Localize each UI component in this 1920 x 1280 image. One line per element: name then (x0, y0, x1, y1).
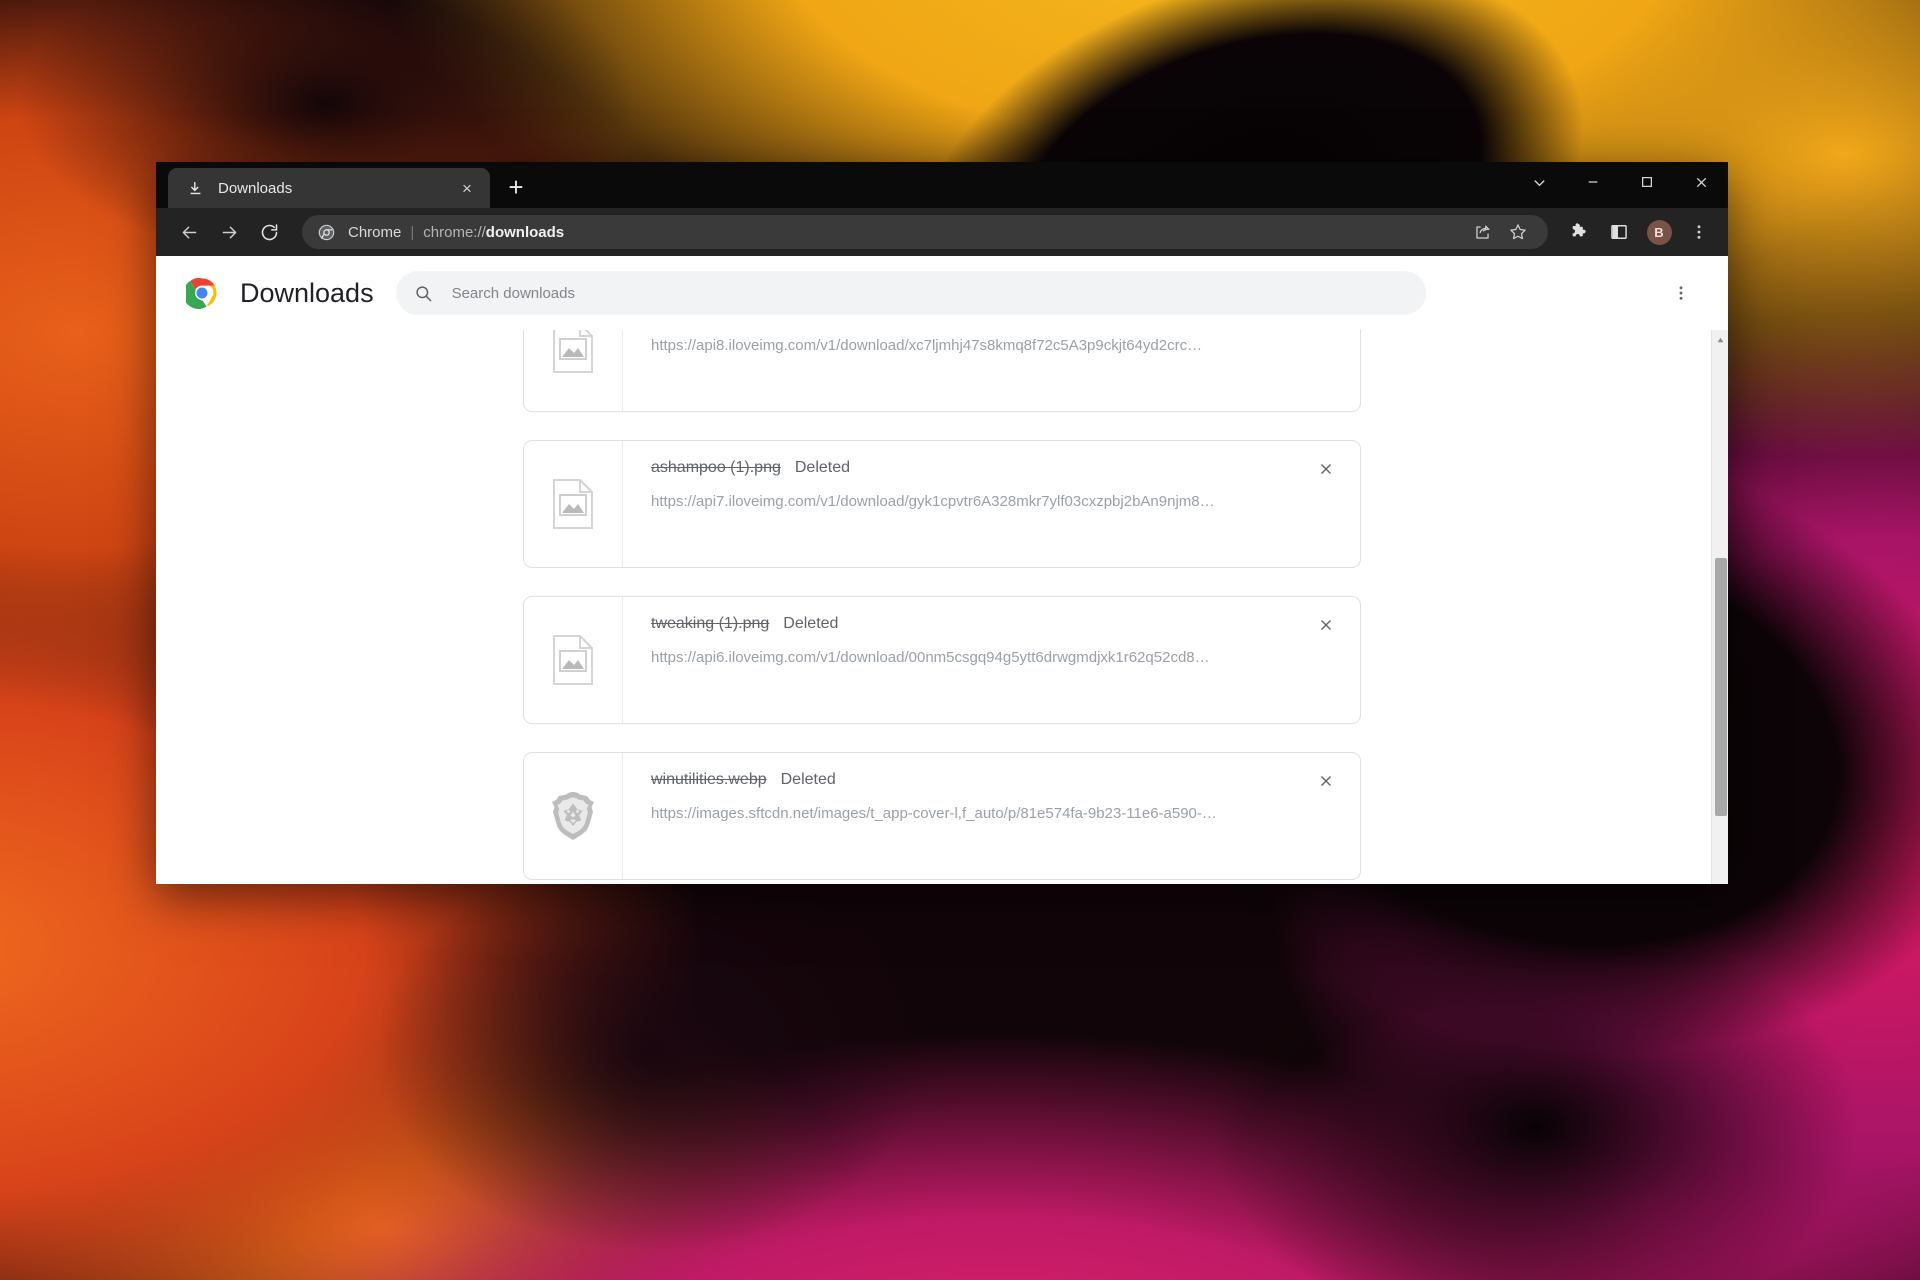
tab-close-icon[interactable]: × (456, 177, 478, 199)
download-status: Deleted (780, 771, 836, 788)
forward-button[interactable] (210, 213, 248, 251)
omnibox-url: chrome://downloads (423, 224, 564, 241)
download-item-body: ashampoo (1).png Deleted https://api7.il… (623, 441, 1360, 567)
remove-download-icon[interactable] (1308, 763, 1344, 799)
browser-window: Downloads × + Chrome | chrome://download… (156, 162, 1728, 884)
address-bar[interactable]: Chrome | chrome://downloads (302, 215, 1548, 249)
download-item-heading: winutilities.webp Deleted (651, 771, 1360, 789)
browser-toolbar: Chrome | chrome://downloads B (156, 208, 1728, 256)
share-icon[interactable] (1466, 216, 1498, 248)
downloads-page: Downloads restoro (1).jpg (156, 256, 1728, 884)
download-item-body: restoro (1).jpg Deleted https://api8.ilo… (623, 330, 1360, 411)
remove-download-icon[interactable] (1308, 451, 1344, 487)
remove-download-icon[interactable] (1308, 607, 1344, 643)
download-url: https://images.sftcdn.net/images/t_app-c… (651, 805, 1217, 822)
download-filename: ashampoo (1).png (651, 459, 781, 476)
omnibox-chip-label: Chrome (348, 223, 402, 241)
download-item-4[interactable]: winutilities.webp Deleted https://images… (523, 752, 1361, 880)
download-item-heading: ashampoo (1).png Deleted (651, 459, 1360, 477)
image-file-icon (524, 330, 623, 411)
scroll-up-arrow-icon[interactable] (1716, 332, 1725, 343)
download-item-body: winutilities.webp Deleted https://images… (623, 753, 1360, 879)
page-scrollbar[interactable] (1711, 330, 1728, 884)
tab-title: Downloads (218, 179, 293, 197)
brave-lion-icon (524, 753, 623, 879)
download-item-1[interactable]: restoro (1).jpg Deleted https://api8.ilo… (523, 330, 1361, 412)
download-url: https://api8.iloveimg.com/v1/download/xc… (651, 337, 1203, 354)
downloads-header: Downloads (156, 256, 1728, 330)
download-item-heading: tweaking (1).png Deleted (651, 615, 1360, 633)
bookmark-star-icon[interactable] (1502, 216, 1534, 248)
download-filename: tweaking (1).png (651, 615, 770, 632)
url-prefix: chrome:// (423, 223, 486, 241)
close-icon[interactable] (1674, 162, 1728, 202)
search-downloads-box[interactable] (395, 271, 1426, 315)
tab-downloads[interactable]: Downloads × (168, 168, 490, 208)
browser-menu-button[interactable] (1680, 213, 1718, 251)
image-file-icon (524, 597, 623, 723)
search-input[interactable] (451, 284, 1408, 302)
new-tab-button[interactable]: + (496, 167, 536, 207)
remove-download-icon[interactable] (1308, 330, 1344, 331)
window-controls (1512, 162, 1728, 202)
downloads-more-menu[interactable] (1662, 274, 1700, 312)
avatar[interactable]: B (1640, 213, 1678, 251)
avatar-initial: B (1646, 219, 1672, 245)
chevron-down-icon[interactable] (1512, 162, 1566, 202)
download-item-3[interactable]: tweaking (1).png Deleted https://api6.il… (523, 596, 1361, 724)
omnibox-actions (1466, 216, 1534, 248)
url-path: downloads (485, 223, 565, 241)
omnibox-separator: | (410, 223, 415, 241)
download-status: Deleted (794, 459, 851, 476)
chrome-logo-icon (183, 277, 218, 309)
download-url: https://api7.iloveimg.com/v1/download/gy… (651, 493, 1215, 510)
wallpaper-dark-shape-5 (1075, 819, 1920, 1280)
tab-strip: Downloads × + (156, 162, 1728, 208)
search-icon (414, 283, 434, 303)
download-status: Deleted (783, 615, 839, 632)
page-title: Downloads (240, 277, 374, 308)
download-icon (186, 179, 204, 197)
downloads-scroll-area: restoro (1).jpg Deleted https://api8.ilo… (156, 330, 1728, 884)
side-panel-icon[interactable] (1600, 213, 1638, 251)
scrollbar-thumb[interactable] (1715, 558, 1727, 816)
minimize-icon[interactable] (1566, 162, 1620, 202)
download-item-2[interactable]: ashampoo (1).png Deleted https://api7.il… (523, 440, 1361, 568)
maximize-icon[interactable] (1620, 162, 1674, 202)
chrome-shield-icon (316, 222, 336, 242)
downloads-list: restoro (1).jpg Deleted https://api8.ilo… (156, 330, 1728, 884)
image-file-icon (524, 441, 623, 567)
back-button[interactable] (170, 213, 208, 251)
download-url: https://api6.iloveimg.com/v1/download/00… (651, 649, 1210, 666)
reload-button[interactable] (250, 213, 288, 251)
download-item-body: tweaking (1).png Deleted https://api6.il… (623, 597, 1360, 723)
extensions-puzzle-icon[interactable] (1560, 213, 1598, 251)
download-filename: winutilities.webp (651, 771, 767, 788)
